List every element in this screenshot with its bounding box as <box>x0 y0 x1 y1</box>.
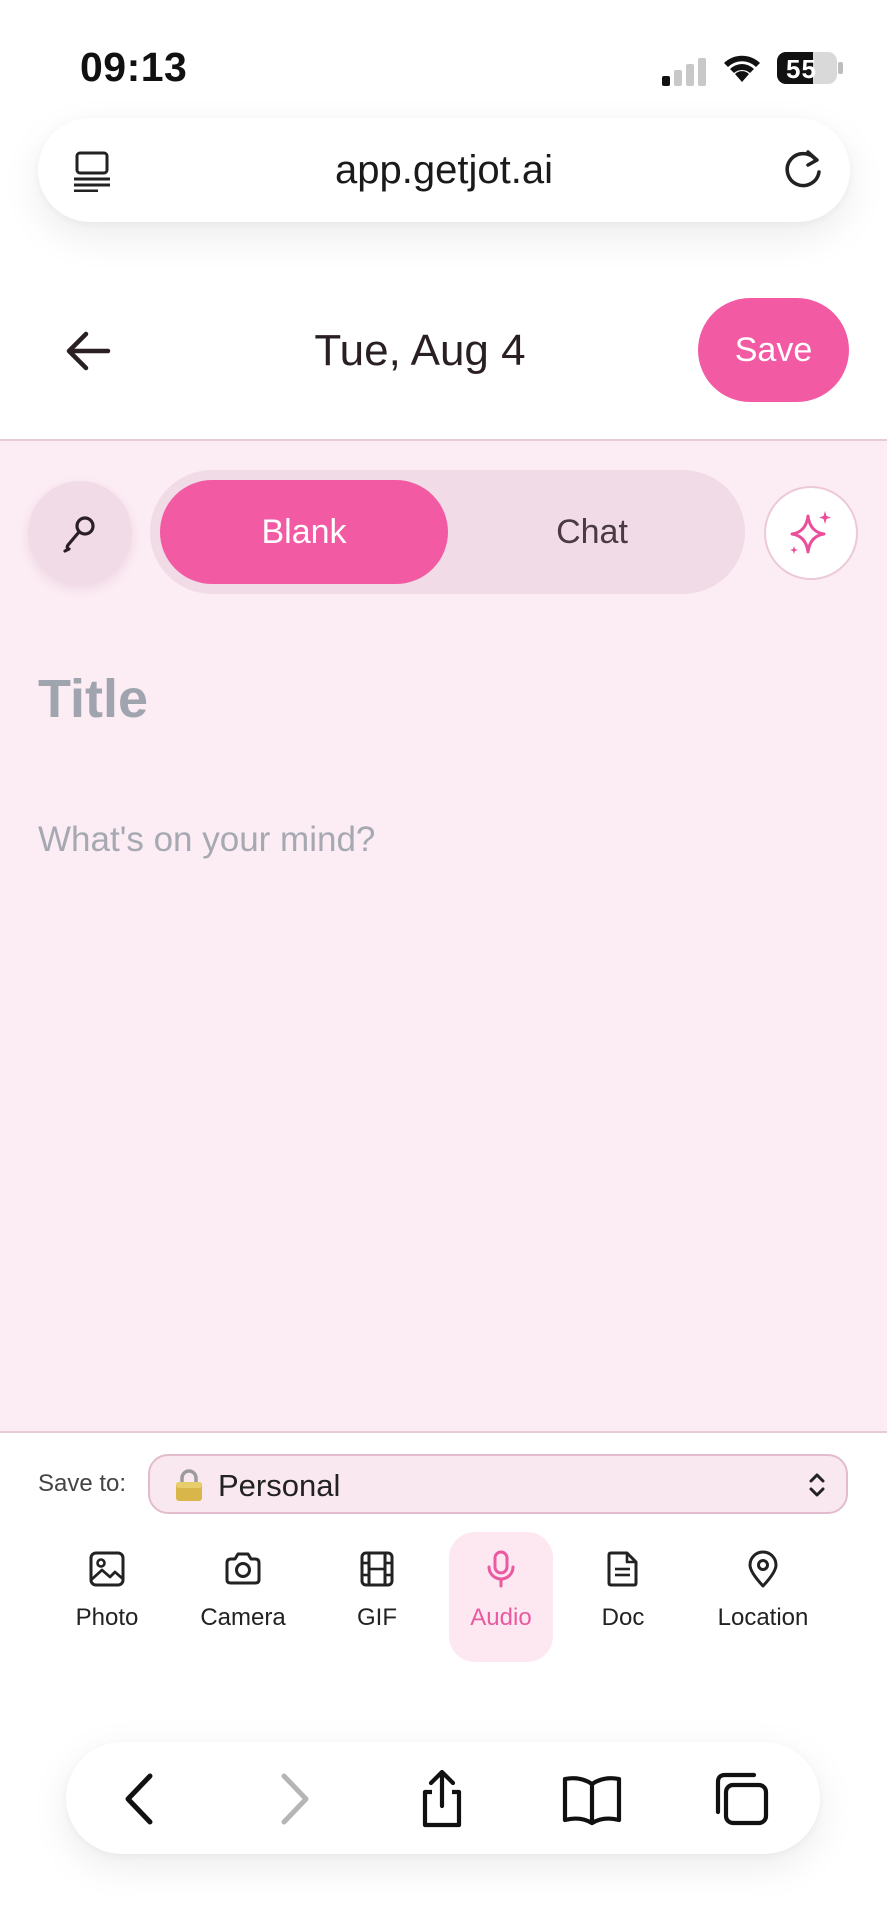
microphone-icon <box>487 1550 515 1588</box>
url-text[interactable]: app.getjot.ai <box>38 148 850 193</box>
attach-label: Audio <box>470 1604 532 1631</box>
status-time: 09:13 <box>80 44 188 90</box>
bookmarks-icon[interactable] <box>562 1770 622 1828</box>
attach-gif-button[interactable]: GIF <box>322 1540 432 1666</box>
browser-forward-icon[interactable] <box>262 1770 322 1828</box>
title-input[interactable]: Title <box>38 668 148 730</box>
sparkle-icon <box>790 511 831 554</box>
attach-label: GIF <box>357 1604 397 1631</box>
location-pin-icon <box>748 1550 778 1588</box>
attach-camera-button[interactable]: Camera <box>188 1540 298 1666</box>
mode-toggle: Blank Chat <box>150 470 745 594</box>
attach-label: Doc <box>601 1604 645 1631</box>
photo-icon <box>89 1551 125 1587</box>
browser-toolbar <box>66 1742 820 1854</box>
back-arrow-icon[interactable] <box>64 326 114 376</box>
tab-chat[interactable]: Chat <box>448 480 736 584</box>
body-input[interactable]: What's on your mind? <box>38 820 375 860</box>
attach-label: Photo <box>75 1604 139 1631</box>
chevron-up-down-icon <box>809 1473 825 1497</box>
folder-name: Personal <box>218 1468 341 1503</box>
document-icon <box>607 1551 638 1587</box>
share-icon[interactable] <box>412 1770 472 1828</box>
attach-doc-button[interactable]: Doc <box>568 1540 678 1666</box>
attach-photo-button[interactable]: Photo <box>52 1540 162 1666</box>
lock-icon <box>176 1469 202 1501</box>
tab-blank[interactable]: Blank <box>160 480 448 584</box>
battery-level: 55 <box>786 54 817 84</box>
cellular-signal-icon <box>662 58 706 86</box>
tabs-icon[interactable] <box>712 1770 772 1828</box>
film-icon <box>360 1551 394 1587</box>
save-to-label: Save to: <box>38 1470 127 1497</box>
battery-icon: 55 <box>776 50 844 86</box>
attach-label: Camera <box>200 1604 286 1631</box>
wifi-icon <box>724 55 760 82</box>
microphone-icon <box>63 516 95 553</box>
note-date: Tue, Aug 4 <box>314 326 526 375</box>
reload-icon[interactable] <box>780 146 826 192</box>
save-button[interactable]: Save <box>698 298 849 402</box>
browser-back-icon[interactable] <box>112 1770 172 1828</box>
folder-select[interactable]: Personal <box>148 1454 848 1514</box>
ai-assist-button[interactable] <box>764 486 858 580</box>
attach-audio-button[interactable]: Audio <box>449 1532 553 1662</box>
attach-label: Location <box>717 1604 809 1631</box>
voice-note-button[interactable] <box>28 481 132 585</box>
browser-address-bar[interactable]: app.getjot.ai <box>38 118 850 222</box>
attach-location-button[interactable]: Location <box>708 1540 818 1666</box>
camera-icon <box>225 1552 261 1585</box>
